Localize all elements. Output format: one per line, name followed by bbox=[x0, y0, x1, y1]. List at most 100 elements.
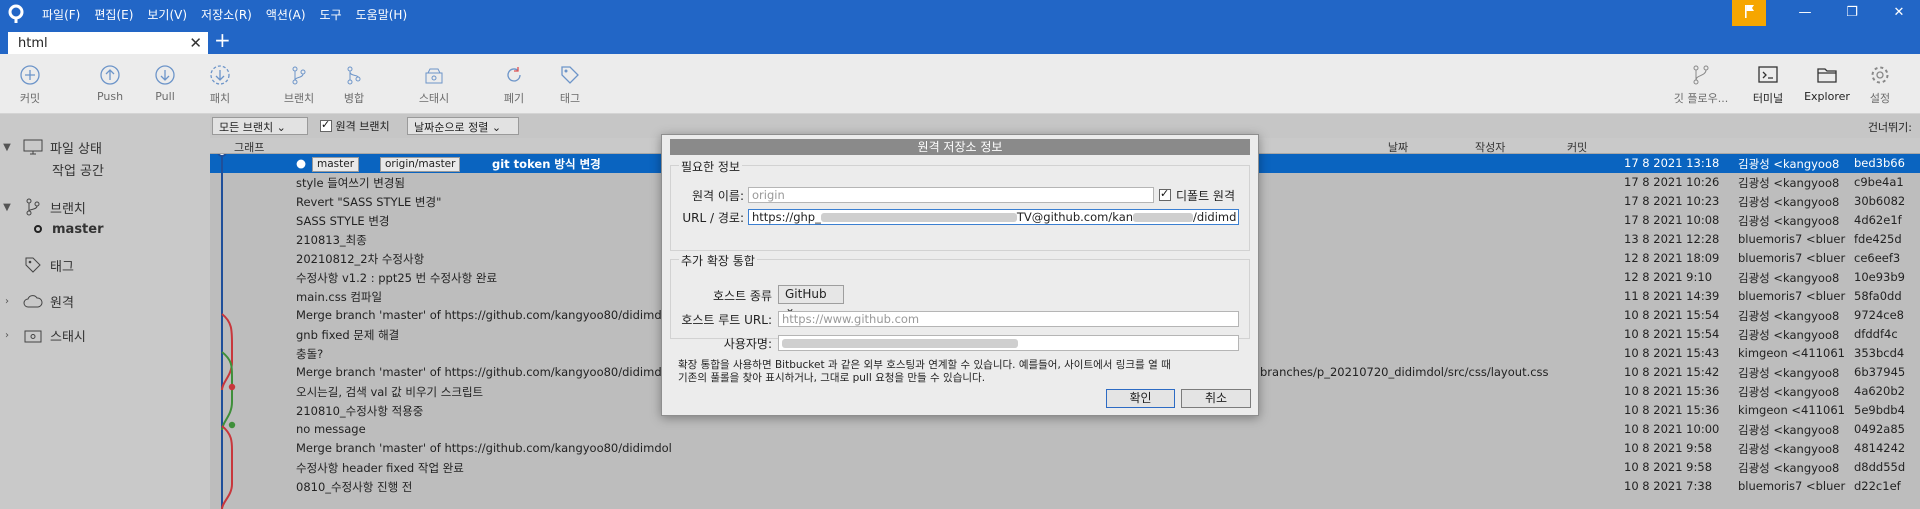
stash-icon bbox=[22, 326, 44, 344]
sidebar-item-stashes[interactable]: › 스태시 bbox=[0, 324, 86, 346]
fetch-icon bbox=[210, 65, 230, 85]
table-row[interactable]: 수정사항 header fixed 작업 완료 10 8 2021 9:58 김광성… bbox=[210, 458, 1920, 477]
menu-bar: 파일(F) 편집(E) 보기(V) 저장소(R) 액션(A) 도구 도움말(H) bbox=[42, 6, 407, 23]
menu-view[interactable]: 보기(V) bbox=[147, 6, 187, 23]
remote-name-input[interactable]: origin bbox=[748, 187, 1154, 203]
fetch-button[interactable]: 패치 bbox=[190, 64, 250, 106]
header-author[interactable]: 작성자 bbox=[1475, 139, 1505, 155]
menu-edit[interactable]: 편집(E) bbox=[94, 6, 133, 23]
commit-author: 김광성 <kangyoo8 bbox=[1738, 423, 1840, 437]
sidebar-item-master[interactable]: master bbox=[34, 218, 104, 240]
menu-file[interactable]: 파일(F) bbox=[42, 6, 80, 23]
commit-date: 10 8 2021 15:54 bbox=[1624, 308, 1720, 322]
commit-date: 17 8 2021 10:26 bbox=[1624, 175, 1720, 189]
sidebar-item-remotes[interactable]: › 원격 bbox=[0, 290, 74, 312]
commit-hash: 4814242 bbox=[1854, 441, 1906, 455]
commit-date: 12 8 2021 9:10 bbox=[1624, 270, 1713, 284]
remote-branches-toggle[interactable]: 원격 브랜치 bbox=[314, 117, 402, 135]
tab-close-icon[interactable]: ✕ bbox=[189, 34, 202, 52]
branch-filter-dropdown[interactable]: 모든 브랜치 ⌄ bbox=[212, 117, 308, 135]
explorer-button[interactable]: Explorer bbox=[1796, 64, 1858, 103]
extended-integration-legend: 추가 확장 통합 bbox=[679, 252, 757, 269]
stash-button[interactable]: 스태시 bbox=[404, 64, 464, 106]
commit-hash: dfddf4c bbox=[1854, 327, 1898, 341]
sort-dropdown[interactable]: 날짜순으로 정렬 ⌄ bbox=[407, 117, 519, 135]
commit-date: 12 8 2021 18:09 bbox=[1624, 251, 1720, 265]
gitflow-button[interactable]: 깃 플로우... bbox=[1668, 64, 1734, 106]
sidebar-label-tags: 태그 bbox=[50, 259, 74, 275]
commit-author: 김광성 <kangyoo8 bbox=[1738, 385, 1840, 399]
table-row[interactable]: Merge branch 'master' of https://github.… bbox=[210, 439, 1920, 458]
commit-hash: ce6eef3 bbox=[1854, 251, 1901, 265]
push-button[interactable]: Push bbox=[80, 64, 140, 103]
restore-button[interactable]: ❐ bbox=[1841, 4, 1863, 22]
new-tab-button[interactable]: + bbox=[214, 28, 231, 52]
header-graph[interactable]: 그래프 bbox=[234, 139, 264, 155]
tag-button[interactable]: 태그 bbox=[540, 64, 600, 106]
commit-date: 10 8 2021 15:36 bbox=[1624, 384, 1720, 398]
header-commit[interactable]: 커밋 bbox=[1567, 139, 1587, 155]
commit-date: 13 8 2021 12:28 bbox=[1624, 232, 1720, 246]
sidebar-item-working-copy[interactable]: 작업 공간 bbox=[52, 158, 104, 180]
tab-bar: html ✕ + bbox=[0, 28, 1920, 54]
table-row[interactable]: no message 10 8 2021 10:00 김광성 <kangyoo8 04… bbox=[210, 420, 1920, 439]
commit-label: 커밋 bbox=[19, 92, 41, 105]
discard-button[interactable]: 폐기 bbox=[484, 64, 544, 106]
sidebar-label-working-copy: 작업 공간 bbox=[52, 163, 104, 179]
redacted-user bbox=[1133, 213, 1194, 222]
menu-repository[interactable]: 저장소(R) bbox=[201, 6, 252, 23]
commit-hash: d22c1ef bbox=[1854, 479, 1901, 493]
menu-help[interactable]: 도움말(H) bbox=[356, 6, 408, 23]
remote-name-label: 원격 이름: bbox=[691, 189, 744, 203]
branch-label-origin-master: origin/master bbox=[380, 157, 461, 172]
host-type-dropdown[interactable]: GitHub ⌄ bbox=[778, 285, 844, 315]
ok-button[interactable]: 확인 bbox=[1106, 389, 1175, 408]
commit-hash: 6b37945 bbox=[1854, 365, 1906, 379]
merge-button[interactable]: 병합 bbox=[324, 64, 384, 106]
gitflow-icon bbox=[1693, 65, 1709, 85]
url-input[interactable]: https://ghp_ TV@github.com/kan/didimd bbox=[748, 209, 1239, 225]
settings-button[interactable]: 설정 bbox=[1850, 64, 1910, 106]
menu-actions[interactable]: 액션(A) bbox=[266, 6, 306, 23]
table-row[interactable]: 0810_수정사항 진행 전 10 8 2021 7:38 bluemoris7 <… bbox=[210, 477, 1920, 496]
commit-author: bluemoris7 <bluer bbox=[1738, 289, 1846, 303]
commit-date: 17 8 2021 13:18 bbox=[1624, 156, 1720, 170]
pull-arrow-down-icon bbox=[155, 65, 175, 85]
minimize-button[interactable]: — bbox=[1794, 4, 1816, 22]
chevron-right-icon[interactable]: › bbox=[0, 296, 14, 307]
branch-button[interactable]: 브랜치 bbox=[269, 64, 329, 106]
commit-date: 10 8 2021 9:58 bbox=[1624, 460, 1713, 474]
default-remote-checkbox[interactable] bbox=[1159, 187, 1171, 201]
cancel-button[interactable]: 취소 bbox=[1181, 389, 1251, 408]
push-label: Push bbox=[96, 90, 124, 103]
commit-author: kimgeon <411061 bbox=[1738, 346, 1845, 360]
notification-flag-button[interactable] bbox=[1732, 0, 1766, 26]
fetch-label: 패치 bbox=[209, 92, 231, 105]
commit-author: bluemoris7 <bluer bbox=[1738, 251, 1846, 265]
sidebar-item-tags[interactable]: 태그 bbox=[14, 254, 74, 276]
pull-label: Pull bbox=[155, 90, 175, 103]
commit-button[interactable]: 커밋 bbox=[0, 64, 60, 106]
commit-author: 김광성 <kangyoo8 bbox=[1738, 366, 1840, 380]
chevron-down-icon[interactable]: ▼ bbox=[0, 202, 14, 213]
help-line-2: 기존의 풀롤을 찾아 표시하거나, 그대로 pull 요청을 만들 수 있습니다… bbox=[678, 372, 986, 384]
username-input[interactable] bbox=[778, 335, 1239, 351]
remote-branches-checkbox[interactable] bbox=[320, 118, 332, 132]
required-info-group: 필요한 정보 bbox=[670, 158, 1250, 251]
chevron-down-icon[interactable]: ▼ bbox=[0, 142, 14, 153]
menu-tools[interactable]: 도구 bbox=[320, 6, 342, 23]
remote-branches-label: 원격 브랜치 bbox=[335, 120, 390, 133]
commit-hash: fde425d bbox=[1854, 232, 1902, 246]
branch-label: 브랜치 bbox=[283, 92, 315, 105]
header-date[interactable]: 날짜 bbox=[1378, 139, 1418, 155]
host-root-url-input[interactable]: https://www.github.com bbox=[778, 311, 1239, 327]
pull-button[interactable]: Pull bbox=[135, 64, 195, 103]
sidebar-item-branches[interactable]: ▼ 브랜치 bbox=[0, 196, 86, 218]
sidebar-item-file-status[interactable]: ▼ 파일 상태 bbox=[0, 136, 102, 158]
commit-author: 김광성 <kangyoo8 bbox=[1738, 309, 1840, 323]
chevron-right-icon[interactable]: › bbox=[0, 330, 14, 341]
url-middle: TV@github.com/kan bbox=[1016, 210, 1134, 224]
close-window-button[interactable]: ✕ bbox=[1888, 4, 1910, 22]
repo-tab[interactable]: html ✕ bbox=[8, 30, 208, 54]
terminal-button[interactable]: 터미널 bbox=[1738, 64, 1798, 106]
